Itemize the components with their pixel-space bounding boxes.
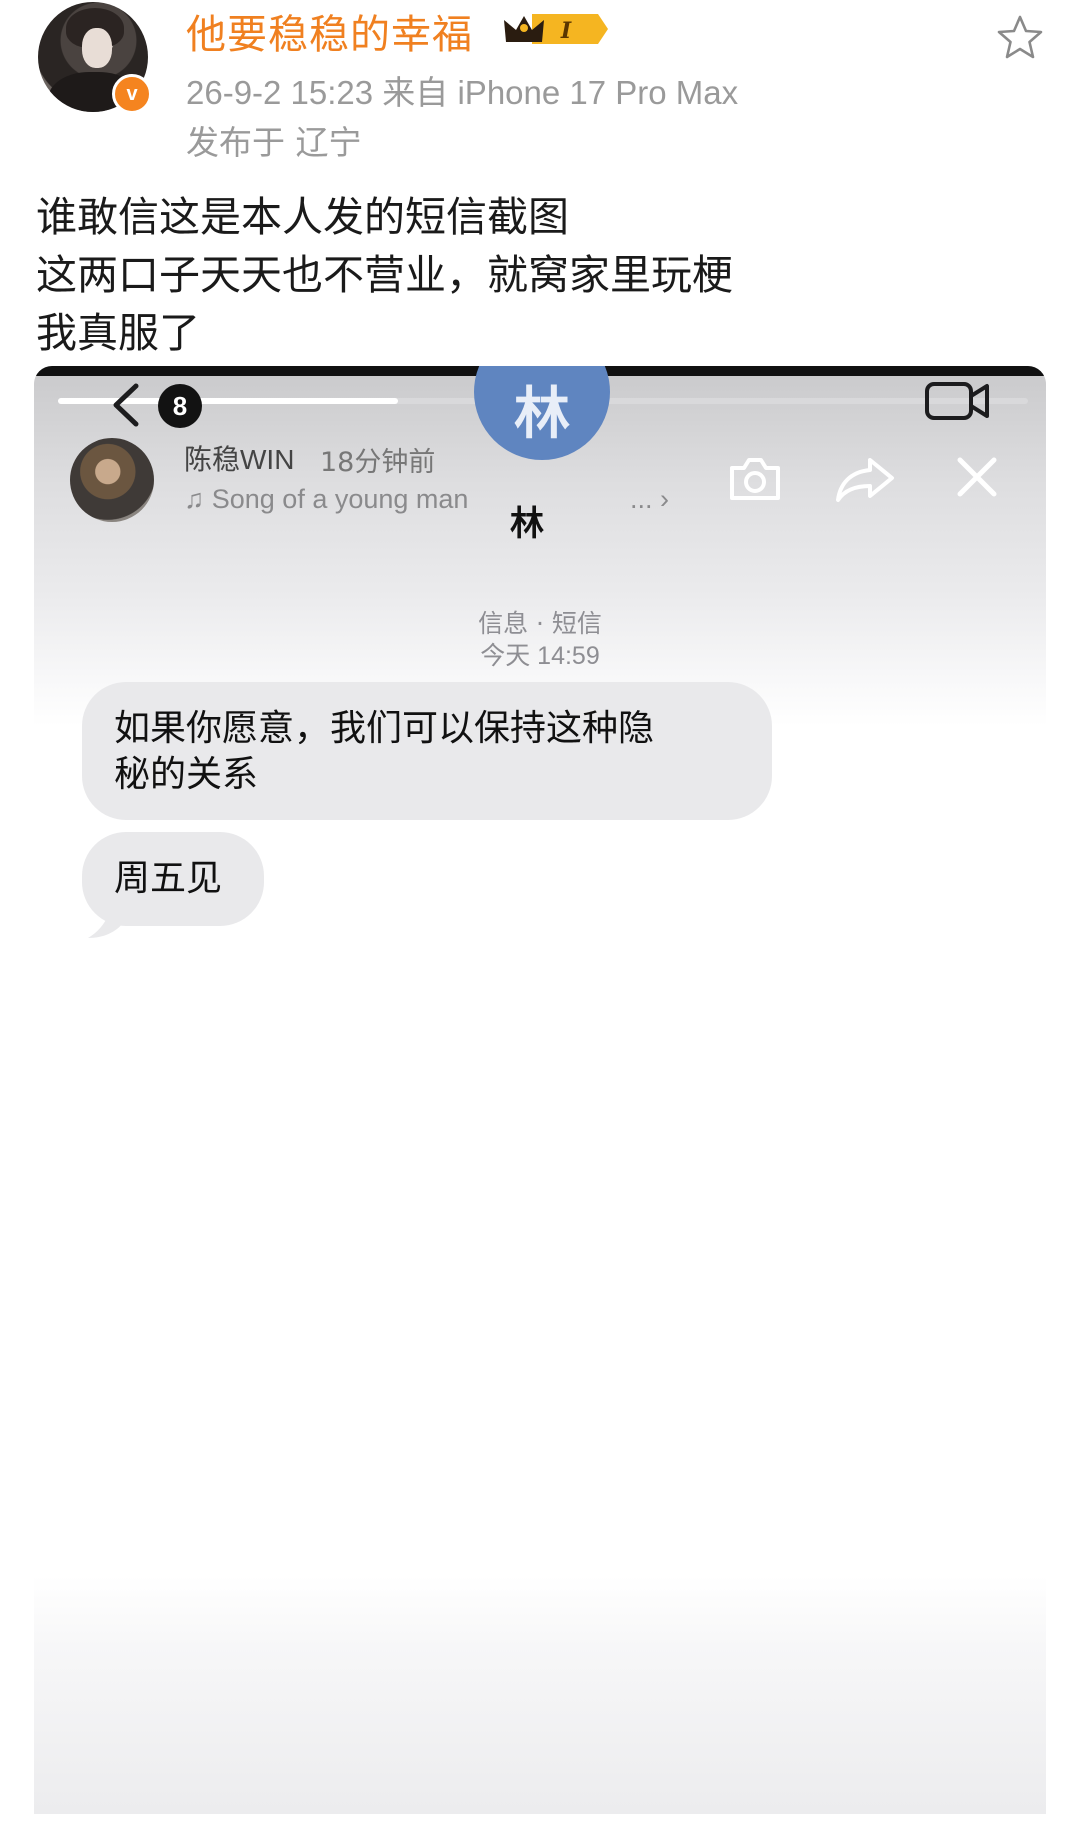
video-camera-icon	[925, 382, 989, 420]
post-line: 谁敢信这是本人发的短信截图	[36, 193, 569, 241]
message-bubble: 如果你愿意，我们可以保持这种隐 秘的关系	[82, 682, 772, 820]
contact-avatar-circle: 林	[474, 366, 610, 460]
author-name[interactable]: 他要稳稳的幸福	[186, 2, 473, 60]
chevron-left-icon	[113, 383, 139, 427]
story-song-title: ♫ Song of a young man	[184, 484, 469, 514]
vip-crown-badge-icon[interactable]: I	[502, 10, 610, 48]
message-line: 如果你愿意，我们可以保持这种隐	[114, 708, 655, 749]
story-user-avatar	[70, 438, 154, 522]
post-body: 谁敢信这是本人发的短信截图 这两口子天天也不营业，就窝家里玩梗 我真服了	[36, 188, 733, 362]
story-time-ago: 18分钟前	[320, 447, 436, 478]
share-arrow-icon	[836, 458, 894, 502]
message-line: 秘的关系	[114, 754, 259, 795]
sms-timestamp: 今天 14:59	[480, 642, 600, 670]
post-location: 发布于 辽宁	[186, 123, 362, 162]
verified-badge-icon: v	[112, 74, 152, 114]
post-line: 我真服了	[36, 309, 200, 357]
weibo-post-page: v 他要稳稳的幸福 I 26-9-2 15:23 来自 iPhone 17 Pr…	[0, 0, 1080, 1829]
post-time-source: 26-9-2 15:23 来自 iPhone 17 Pro Max	[186, 74, 739, 111]
contact-name: 林	[510, 504, 544, 544]
favorite-star-icon[interactable]	[996, 14, 1044, 60]
bubble-tail-icon	[88, 896, 124, 938]
unread-count-badge: 8	[158, 384, 202, 428]
camera-icon	[730, 458, 780, 500]
attached-screenshot-image[interactable]: 8 林 林 陈稳WIN 18分钟前 ♫ Song of a young man …	[34, 366, 1046, 1814]
vip-level: I	[560, 18, 572, 44]
story-username: 陈稳WIN	[184, 444, 295, 475]
sms-channel-label: 信息 · 短信	[478, 609, 602, 638]
post-line: 这两口子天天也不营业，就窝家里玩梗	[36, 251, 733, 299]
close-x-icon	[957, 457, 997, 497]
story-song-more: ... ›	[630, 484, 669, 514]
